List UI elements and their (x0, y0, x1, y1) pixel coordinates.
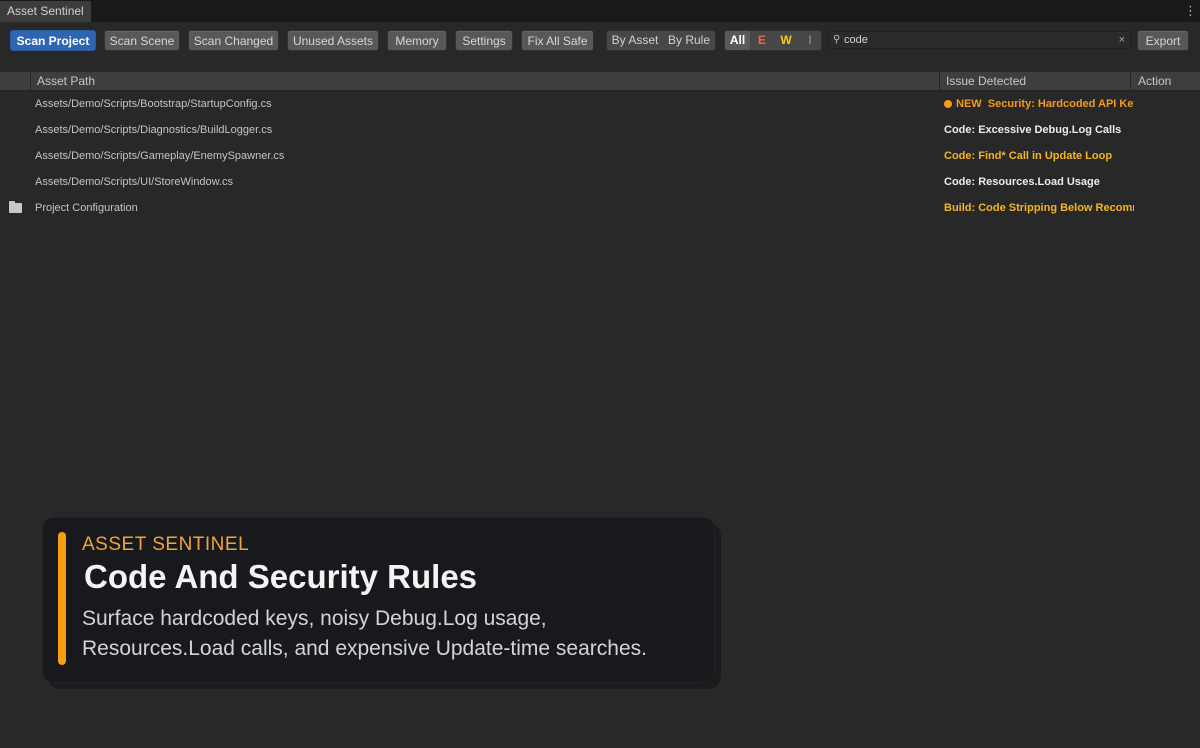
column-divider[interactable] (939, 72, 940, 91)
column-divider[interactable] (1130, 72, 1131, 91)
column-header-action[interactable]: Action (1138, 72, 1171, 91)
overlay-title: Code And Security Rules (84, 558, 478, 595)
search-field[interactable]: ⚲ code × (828, 31, 1131, 49)
column-header-issue[interactable]: Issue Detected (946, 72, 1026, 91)
table-row[interactable]: Assets/Demo/Scripts/Bootstrap/StartupCon… (0, 91, 1200, 117)
asset-path: Assets/Demo/Scripts/Bootstrap/StartupCon… (35, 98, 272, 110)
issue-label: Code: Find* Call in Update Loop (944, 150, 1113, 162)
kebab-menu-icon[interactable]: ⋮ (1184, 3, 1197, 19)
column-header-asset-path[interactable]: Asset Path (37, 72, 95, 91)
overlay-card: ASSET SENTINEL Code And Security Rules S… (42, 517, 715, 683)
column-divider[interactable] (30, 72, 31, 91)
folder-icon (9, 201, 22, 213)
issue-label: Code: Excessive Debug.Log Calls (944, 124, 1122, 136)
clear-search-icon[interactable]: × (1119, 32, 1125, 49)
asset-path: Assets/Demo/Scripts/Diagnostics/BuildLog… (35, 124, 273, 136)
filter-warnings[interactable]: W (774, 31, 798, 50)
asset-path: Assets/Demo/Scripts/Gameplay/EnemySpawne… (35, 150, 285, 162)
issue-cell: NEW Security: Hardcoded API Key (944, 91, 1134, 117)
scan-changed-button[interactable]: Scan Changed (188, 30, 279, 51)
table-row[interactable]: Project Configuration Build: Code Stripp… (0, 195, 1200, 221)
new-indicator-icon (944, 100, 952, 108)
issue-label: Build: Code Stripping Below Recomm (944, 202, 1134, 214)
settings-button[interactable]: Settings (455, 30, 513, 51)
group-by-rule-option[interactable]: By Rule (663, 31, 715, 50)
group-by-toggle: By Asset By Rule (606, 30, 716, 51)
export-button[interactable]: Export (1137, 30, 1189, 51)
toolbar: Scan Project Scan Scene Scan Changed Unu… (0, 22, 1200, 72)
asset-path: Assets/Demo/Scripts/UI/StoreWindow.cs (35, 176, 234, 188)
table-header: Asset Path Issue Detected Action (0, 72, 1200, 91)
window-tab[interactable]: Asset Sentinel (0, 1, 91, 22)
fix-all-safe-button[interactable]: Fix All Safe (521, 30, 594, 51)
overlay-accent-bar (58, 532, 66, 665)
table-row[interactable]: Assets/Demo/Scripts/Diagnostics/BuildLog… (0, 117, 1200, 143)
search-input[interactable]: code (844, 32, 868, 49)
filter-all[interactable]: All (725, 31, 750, 50)
search-icon: ⚲ (833, 34, 841, 45)
new-badge: NEW (956, 98, 982, 110)
asset-path: Project Configuration (35, 202, 138, 214)
group-by-asset-option[interactable]: By Asset (607, 31, 663, 50)
scan-scene-button[interactable]: Scan Scene (104, 30, 180, 51)
filter-info[interactable]: I (798, 31, 822, 50)
table-row[interactable]: Assets/Demo/Scripts/UI/StoreWindow.cs Co… (0, 169, 1200, 195)
overlay-eyebrow: ASSET SENTINEL (82, 534, 250, 555)
table-row[interactable]: Assets/Demo/Scripts/Gameplay/EnemySpawne… (0, 143, 1200, 169)
overlay-description: Surface hardcoded keys, noisy Debug.Log … (82, 607, 647, 660)
issue-label: Security: Hardcoded API Key (987, 98, 1134, 110)
unused-assets-button[interactable]: Unused Assets (287, 30, 379, 51)
window-tab-bar: Asset Sentinel ⋮ (0, 0, 1200, 22)
scan-project-button[interactable]: Scan Project (10, 30, 96, 51)
filter-errors[interactable]: E (750, 31, 774, 50)
issue-label: Code: Resources.Load Usage (944, 176, 1100, 188)
severity-filter: All E W I (724, 30, 822, 51)
memory-button[interactable]: Memory (387, 30, 447, 51)
